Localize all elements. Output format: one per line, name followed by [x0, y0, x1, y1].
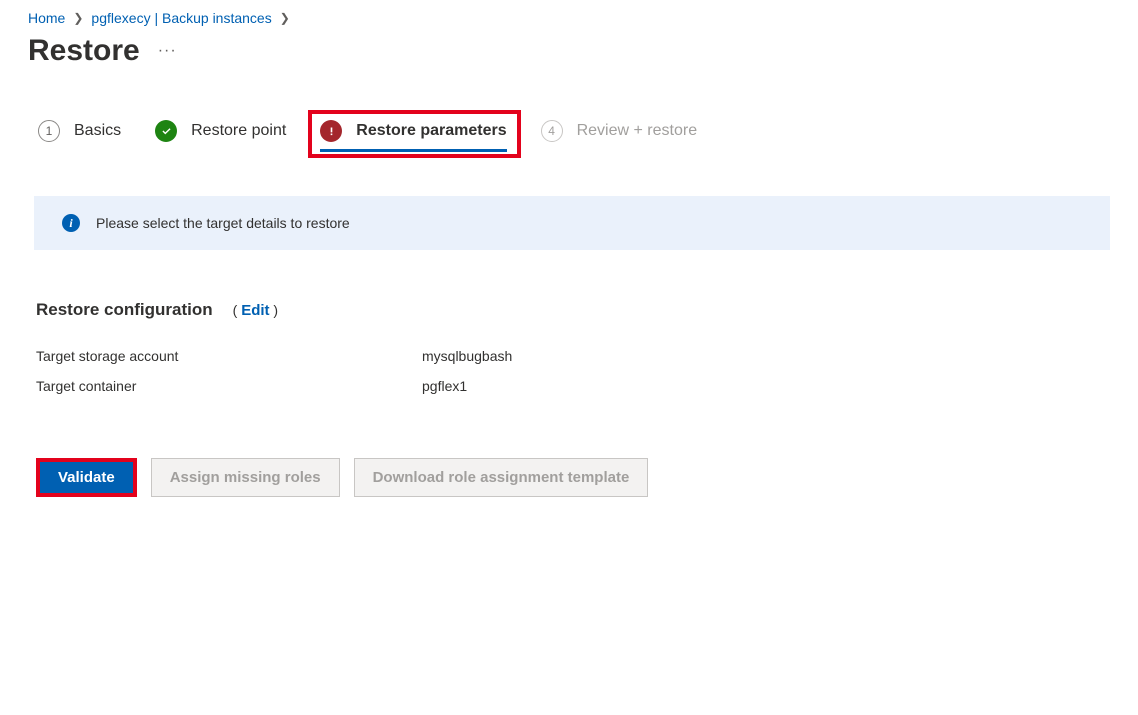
- kv-label: Target container: [36, 378, 422, 394]
- chevron-right-icon: ❯: [73, 11, 83, 25]
- button-row: Validate Assign missing roles Download r…: [28, 458, 1110, 497]
- breadcrumb-level1[interactable]: pgflexecy | Backup instances: [91, 10, 271, 26]
- download-role-template-button: Download role assignment template: [354, 458, 649, 497]
- section-heading: Restore configuration: [36, 300, 213, 320]
- kv-value: mysqlbugbash: [422, 348, 512, 364]
- step-label: Review + restore: [577, 122, 698, 140]
- step-number-icon: 4: [541, 120, 563, 142]
- breadcrumb-home[interactable]: Home: [28, 10, 65, 26]
- page-title-row: Restore ···: [28, 34, 1110, 68]
- step-restore-point[interactable]: Restore point: [155, 120, 286, 150]
- edit-link[interactable]: ( Edit ): [233, 302, 278, 319]
- breadcrumb: Home ❯ pgflexecy | Backup instances ❯: [28, 10, 1110, 26]
- step-review-restore: 4 Review + restore: [541, 120, 698, 150]
- validate-button[interactable]: Validate: [40, 462, 133, 493]
- kv-value: pgflex1: [422, 378, 467, 394]
- step-number-icon: 1: [38, 120, 60, 142]
- highlight-validate: Validate: [36, 458, 137, 497]
- step-label: Restore parameters: [356, 122, 506, 140]
- chevron-right-icon: ❯: [280, 11, 290, 25]
- row-target-container: Target container pgflex1: [28, 378, 1110, 394]
- checkmark-icon: [155, 120, 177, 142]
- step-label: Basics: [74, 122, 121, 140]
- step-restore-parameters[interactable]: Restore parameters: [320, 120, 506, 150]
- page-title: Restore: [28, 34, 140, 68]
- error-icon: [320, 120, 342, 142]
- more-menu-icon[interactable]: ···: [158, 42, 177, 60]
- info-banner-text: Please select the target details to rest…: [96, 215, 350, 231]
- info-banner: i Please select the target details to re…: [34, 196, 1110, 250]
- restore-config-header: Restore configuration ( Edit ): [28, 300, 1110, 320]
- highlight-restore-parameters: Restore parameters: [308, 110, 520, 158]
- kv-label: Target storage account: [36, 348, 422, 364]
- step-basics[interactable]: 1 Basics: [38, 120, 121, 150]
- row-target-storage-account: Target storage account mysqlbugbash: [28, 348, 1110, 364]
- wizard-steps: 1 Basics Restore point Restore parameter…: [28, 120, 1110, 150]
- step-label: Restore point: [191, 122, 286, 140]
- info-icon: i: [62, 214, 80, 232]
- assign-missing-roles-button: Assign missing roles: [151, 458, 340, 497]
